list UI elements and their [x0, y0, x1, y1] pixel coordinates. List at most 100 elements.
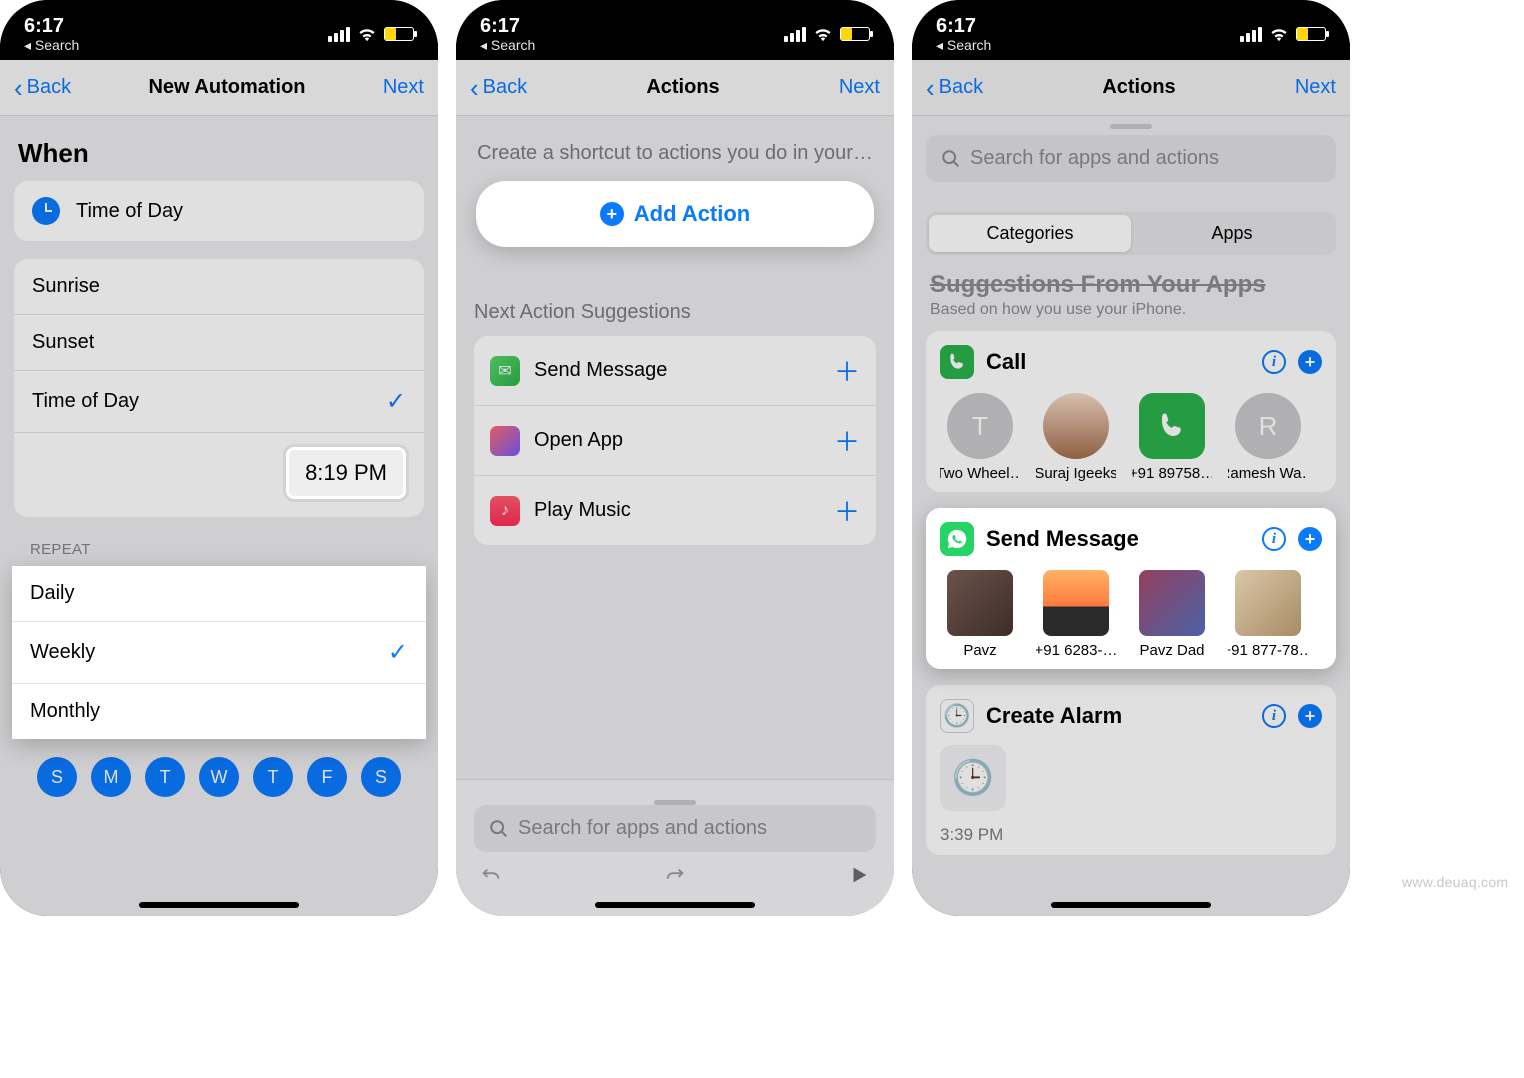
redo-icon[interactable] — [664, 864, 686, 886]
checkmark-icon: ✓ — [386, 387, 406, 416]
hint-text: Create a shortcut to actions you do in y… — [456, 116, 894, 181]
nav-bar: ‹Back Actions Next — [456, 60, 894, 116]
action-call-title: Call — [986, 349, 1026, 375]
add-action-label: Add Action — [634, 201, 751, 227]
day-wed[interactable]: W — [199, 757, 239, 797]
search-input[interactable]: Search for apps and actions — [474, 805, 876, 852]
next-suggestions-heading: Next Action Suggestions — [456, 247, 894, 336]
avatar: R — [1235, 393, 1301, 459]
plus-icon[interactable]: ＋ — [834, 352, 860, 389]
add-icon[interactable]: + — [1298, 350, 1322, 374]
status-time: 6:17 — [480, 15, 520, 37]
segment-apps[interactable]: Apps — [1131, 215, 1333, 252]
suggestion-send-message[interactable]: ✉︎ Send Message ＋ — [474, 336, 876, 406]
action-card-call: Call i + T Two Wheel… Suraj Igeeks — [926, 331, 1336, 492]
phone-icon — [1139, 393, 1205, 459]
call-contact[interactable]: Suraj Igeeks — [1036, 393, 1116, 482]
option-sunrise[interactable]: Sunrise — [14, 259, 424, 315]
action-card-create-alarm: 🕒 Create Alarm i + 🕒 3:39 PM — [926, 685, 1336, 855]
suggestions-card: ✉︎ Send Message ＋ Open App ＋ ♪ Play Musi… — [474, 336, 876, 545]
nav-title: New Automation — [148, 76, 305, 99]
home-indicator[interactable] — [1051, 902, 1211, 908]
plus-icon[interactable]: ＋ — [834, 422, 860, 459]
contact-thumb — [1043, 570, 1109, 636]
day-fri[interactable]: F — [307, 757, 347, 797]
alarm-time-label: 3:39 PM — [940, 817, 1003, 845]
back-button[interactable]: ‹Back — [926, 75, 983, 101]
repeat-monthly[interactable]: Monthly — [12, 684, 426, 739]
nav-bar: ‹Back New Automation Next — [0, 60, 438, 116]
repeat-daily[interactable]: Daily — [12, 566, 426, 622]
status-time: 6:17 — [936, 15, 976, 37]
add-icon[interactable]: + — [1298, 704, 1322, 728]
status-back-to[interactable]: ◂ Search — [480, 37, 535, 54]
screen-actions-empty: 6:17 ◂ Search ‹Back Actions Next Create … — [456, 0, 894, 916]
action-create-alarm-title: Create Alarm — [986, 703, 1122, 729]
segment-categories[interactable]: Categories — [929, 215, 1131, 252]
alarm-tile[interactable]: 🕒 — [940, 745, 1006, 811]
chevron-left-icon: ‹ — [14, 75, 23, 101]
option-sunset[interactable]: Sunset — [14, 315, 424, 371]
screen-actions-picker: 6:17 ◂ Search ‹Back Actions Next Search … — [912, 0, 1350, 916]
segmented-control[interactable]: Categories Apps — [926, 212, 1336, 255]
clock-app-icon: 🕒 — [940, 699, 974, 733]
message-contact[interactable]: +91 6283-… — [1036, 570, 1116, 659]
suggestion-open-app[interactable]: Open App ＋ — [474, 406, 876, 476]
back-button[interactable]: ‹Back — [470, 75, 527, 101]
status-bar: 6:17 ◂ Search — [0, 0, 438, 60]
repeat-weekly[interactable]: Weekly✓ — [12, 622, 426, 684]
suggestion-play-music[interactable]: ♪ Play Music ＋ — [474, 476, 876, 545]
play-icon[interactable] — [848, 864, 870, 886]
weekday-row: S M T W T F S — [0, 739, 438, 815]
day-sun[interactable]: S — [37, 757, 77, 797]
battery-icon — [840, 27, 870, 41]
time-of-day-label: Time of Day — [76, 200, 183, 223]
plus-icon[interactable]: ＋ — [834, 492, 860, 529]
search-input[interactable]: Search for apps and actions — [926, 135, 1336, 182]
phone-app-icon — [940, 345, 974, 379]
back-button[interactable]: ‹Back — [14, 75, 71, 101]
wifi-icon — [1268, 26, 1290, 42]
add-icon[interactable]: + — [1298, 527, 1322, 551]
wifi-icon — [812, 26, 834, 42]
info-icon[interactable]: i — [1262, 527, 1286, 551]
next-button[interactable]: Next — [1295, 76, 1336, 99]
option-time-of-day[interactable]: Time of Day✓ — [14, 371, 424, 433]
day-thu[interactable]: T — [253, 757, 293, 797]
call-contact[interactable]: +91 89758… — [1132, 393, 1212, 482]
checkmark-icon: ✓ — [388, 638, 408, 667]
message-contact[interactable]: Pavz Dad — [1132, 570, 1212, 659]
clock-icon — [32, 197, 60, 225]
home-indicator[interactable] — [139, 902, 299, 908]
home-indicator[interactable] — [595, 902, 755, 908]
time-options-card: Sunrise Sunset Time of Day✓ 8:19 PM — [14, 259, 424, 517]
info-icon[interactable]: i — [1262, 350, 1286, 374]
message-contact[interactable]: Pavz — [940, 570, 1020, 659]
day-sat[interactable]: S — [361, 757, 401, 797]
status-icons — [1240, 26, 1326, 42]
next-button[interactable]: Next — [839, 76, 880, 99]
message-contact[interactable]: +91 877-78… — [1228, 570, 1308, 659]
time-value-chip[interactable]: 8:19 PM — [286, 447, 406, 499]
undo-icon[interactable] — [480, 864, 502, 886]
time-of-day-trigger[interactable]: Time of Day — [14, 181, 424, 241]
contact-thumb — [947, 570, 1013, 636]
call-contact[interactable]: T Two Wheel… — [940, 393, 1020, 482]
trigger-card: Time of Day — [14, 181, 424, 241]
search-icon — [940, 148, 962, 170]
chevron-left-icon: ‹ — [926, 75, 935, 101]
plus-circle-icon: + — [600, 202, 624, 226]
status-back-to[interactable]: ◂ Search — [936, 37, 991, 54]
wifi-icon — [356, 26, 378, 42]
nav-title: Actions — [646, 76, 719, 99]
add-action-button[interactable]: + Add Action — [476, 181, 874, 247]
screen-new-automation: 6:17 ◂ Search ‹Back New Automation Next … — [0, 0, 438, 916]
day-mon[interactable]: M — [91, 757, 131, 797]
status-back-to[interactable]: ◂ Search — [24, 37, 79, 54]
info-icon[interactable]: i — [1262, 704, 1286, 728]
cellular-icon — [1240, 27, 1262, 42]
call-contact[interactable]: R Ramesh Wa… — [1228, 393, 1308, 482]
search-icon — [488, 818, 510, 840]
next-button[interactable]: Next — [383, 76, 424, 99]
day-tue[interactable]: T — [145, 757, 185, 797]
